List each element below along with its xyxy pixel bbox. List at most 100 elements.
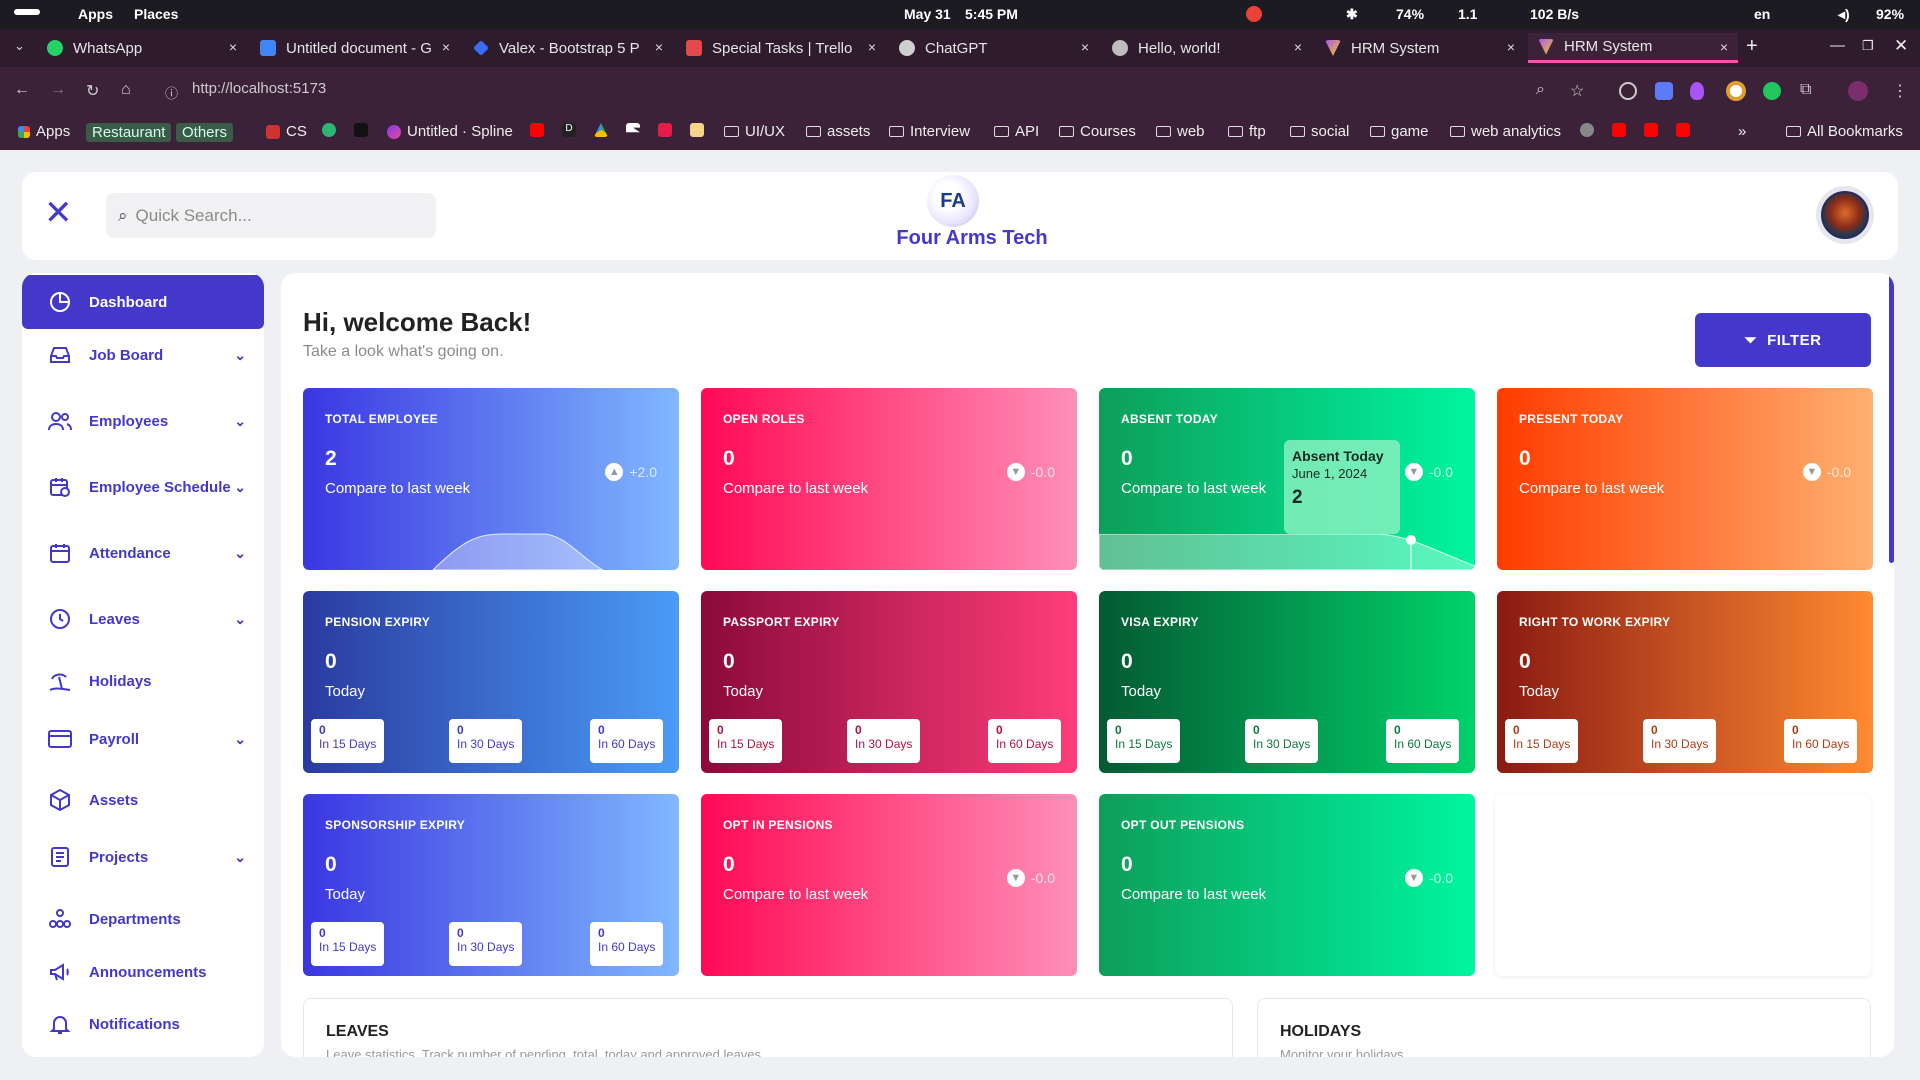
bookmark-others[interactable]: Others xyxy=(176,123,234,142)
card-opt-out-pensions[interactable]: OPT OUT PENSIONS 0 Compare to last week … xyxy=(1099,794,1475,976)
system-date[interactable]: May 31 xyxy=(904,6,951,22)
places-menu[interactable]: Places xyxy=(134,6,178,22)
bookmark-folder-api[interactable]: API xyxy=(994,123,1039,140)
expiry-60-days[interactable]: 0 In 60 Days xyxy=(1386,719,1460,763)
expiry-30-days[interactable]: 0 In 30 Days xyxy=(1643,719,1717,763)
filter-button[interactable]: ⏷ FILTER xyxy=(1695,313,1871,367)
tab-close-icon[interactable]: × xyxy=(442,39,450,55)
card-right-to-work-expiry[interactable]: RIGHT TO WORK EXPIRY 0 Today 0 In 15 Days… xyxy=(1497,591,1873,773)
bookmark-youtube[interactable] xyxy=(1676,123,1696,137)
bookmark-yellow[interactable] xyxy=(690,123,710,137)
card-pension-expiry[interactable]: PENSION EXPIRY 0 Today 0 In 15 Days 0 In 3… xyxy=(303,591,679,773)
tab-chatgpt[interactable]: ChatGPT × xyxy=(889,33,1099,63)
new-tab-button[interactable]: + xyxy=(1746,35,1758,58)
expiry-15-days[interactable]: 0 In 15 Days xyxy=(311,719,385,763)
expiry-15-days[interactable]: 0 In 15 Days xyxy=(1505,719,1579,763)
url-field[interactable]: http://localhost:5173 xyxy=(192,80,326,97)
bookmark-folder-game[interactable]: game xyxy=(1370,123,1429,140)
card-sponsorship-expiry[interactable]: SPONSORSHIP EXPIRY 0 Today 0 In 15 Days 0… xyxy=(303,794,679,976)
chrome-tray-icon[interactable] xyxy=(1246,6,1262,22)
bookmark-folder-courses[interactable]: Courses xyxy=(1059,123,1136,140)
expiry-15-days[interactable]: 0 In 15 Days xyxy=(709,719,783,763)
tab-whatsapp[interactable]: WhatsApp × xyxy=(37,33,247,63)
expiry-15-days[interactable]: 0 In 15 Days xyxy=(1107,719,1181,763)
extension-icon[interactable] xyxy=(1763,82,1781,100)
expiry-60-days[interactable]: 0 In 60 Days xyxy=(590,922,664,966)
bookmarks-overflow[interactable]: » xyxy=(1738,123,1746,140)
bookmark-youtube[interactable] xyxy=(1612,123,1632,137)
sidebar-item-notifications[interactable]: Notifications xyxy=(22,997,264,1051)
sidebar-item-projects[interactable]: Projects ⌄ xyxy=(22,830,264,884)
bookmark-youtube[interactable] xyxy=(1644,123,1664,137)
tab-hello-world[interactable]: Hello, world! × xyxy=(1102,33,1312,63)
tab-close-icon[interactable]: × xyxy=(655,39,663,55)
profile-icon[interactable] xyxy=(1848,81,1868,101)
home-icon[interactable]: ⌂ xyxy=(121,81,131,99)
bookmark-drive[interactable] xyxy=(594,123,614,137)
tab-hrm-active[interactable]: HRM System × xyxy=(1528,33,1738,63)
search-input[interactable]: ⌕ Quick Search... xyxy=(106,193,436,238)
bookmark-red[interactable] xyxy=(658,123,678,137)
bookmark-apps[interactable]: Apps xyxy=(18,123,70,140)
minimize-icon[interactable]: — xyxy=(1830,37,1845,54)
bookmark-cs[interactable]: CS xyxy=(266,123,307,140)
sidebar-item-holidays[interactable]: Holidays xyxy=(22,654,264,708)
tab-close-icon[interactable]: × xyxy=(868,39,876,55)
bookmark-youtube[interactable] xyxy=(530,123,550,137)
tab-google-docs[interactable]: Untitled document - G × xyxy=(250,33,460,63)
bookmark-icon-green[interactable] xyxy=(322,123,342,137)
tab-close-icon[interactable]: × xyxy=(229,39,237,55)
tab-close-icon[interactable]: × xyxy=(1507,39,1515,55)
back-icon[interactable]: ← xyxy=(14,81,30,99)
extension-icon[interactable] xyxy=(1619,82,1637,100)
site-info-icon[interactable]: ⓘ xyxy=(165,83,178,102)
extension-icon[interactable] xyxy=(1726,81,1746,101)
bookmark-framer[interactable] xyxy=(626,123,646,137)
card-total-employee[interactable]: TOTAL EMPLOYEE 2 Compare to last week ▲ +… xyxy=(303,388,679,570)
card-passport-expiry[interactable]: PASSPORT EXPIRY 0 Today 0 In 15 Days 0 In … xyxy=(701,591,1077,773)
tab-close-icon[interactable]: × xyxy=(1081,39,1089,55)
bookmark-folder-web-analytics[interactable]: web analytics xyxy=(1450,123,1561,140)
bookmark-folder-uiux[interactable]: UI/UX xyxy=(724,123,785,140)
card-opt-in-pensions[interactable]: OPT IN PENSIONS 0 Compare to last week ▼… xyxy=(701,794,1077,976)
expiry-60-days[interactable]: 0 In 60 Days xyxy=(590,719,664,763)
bookmark-restaurant[interactable]: Restaurant xyxy=(86,123,172,142)
zoom-icon[interactable]: ⌕ xyxy=(1536,81,1545,99)
bookmark-folder-social[interactable]: social xyxy=(1290,123,1349,140)
expiry-60-days[interactable]: 0 In 60 Days xyxy=(1784,719,1858,763)
bookmark-d[interactable]: D xyxy=(562,123,582,137)
expiry-60-days[interactable]: 0 In 60 Days xyxy=(988,719,1062,763)
bluetooth-icon[interactable]: ✱ xyxy=(1346,6,1358,23)
expiry-30-days[interactable]: 0 In 30 Days xyxy=(449,922,523,966)
system-time[interactable]: 5:45 PM xyxy=(965,6,1018,22)
extension-icon[interactable] xyxy=(1690,82,1704,100)
sidebar-item-attendance[interactable]: Attendance ⌄ xyxy=(22,526,264,580)
sidebar-item-employees[interactable]: Employees ⌄ xyxy=(22,394,264,448)
extension-icon[interactable] xyxy=(1655,82,1673,100)
tab-close-icon[interactable]: × xyxy=(1720,39,1728,55)
sidebar-item-leaves[interactable]: Leaves ⌄ xyxy=(22,592,264,646)
tab-close-icon[interactable]: × xyxy=(1294,39,1302,55)
maximize-icon[interactable]: ❐ xyxy=(1862,38,1874,54)
tab-list-icon[interactable]: ⌄ xyxy=(14,38,25,54)
bookmark-folder-interview[interactable]: Interview xyxy=(889,123,970,140)
sidebar-item-dashboard[interactable]: Dashboard xyxy=(22,275,264,329)
language-label[interactable]: en xyxy=(1754,6,1770,22)
bookmark-all[interactable]: All Bookmarks xyxy=(1786,123,1903,140)
avatar[interactable] xyxy=(1816,186,1874,244)
apps-menu[interactable]: Apps xyxy=(78,6,113,22)
reload-icon[interactable]: ↻ xyxy=(86,81,99,101)
tab-trello[interactable]: Special Tasks | Trello × xyxy=(676,33,886,63)
bookmark-folder-web[interactable]: web xyxy=(1156,123,1205,140)
tab-valex[interactable]: Valex - Bootstrap 5 P × xyxy=(463,33,673,63)
bookmark-icon-dark[interactable] xyxy=(354,123,374,137)
sidebar-item-assets[interactable]: Assets xyxy=(22,773,264,827)
expiry-15-days[interactable]: 0 In 15 Days xyxy=(311,922,385,966)
sidebar-item-departments[interactable]: Departments xyxy=(22,892,264,946)
window-close-icon[interactable]: ✕ xyxy=(1894,36,1908,56)
bookmark-icon-grey[interactable] xyxy=(1580,123,1600,137)
card-open-roles[interactable]: OPEN ROLES 0 Compare to last week ▼ -0.0 xyxy=(701,388,1077,570)
volume-icon[interactable]: ◂) xyxy=(1838,6,1850,23)
close-menu-icon[interactable]: ✕ xyxy=(44,196,73,230)
card-visa-expiry[interactable]: VISA EXPIRY 0 Today 0 In 15 Days 0 In 30 D… xyxy=(1099,591,1475,773)
